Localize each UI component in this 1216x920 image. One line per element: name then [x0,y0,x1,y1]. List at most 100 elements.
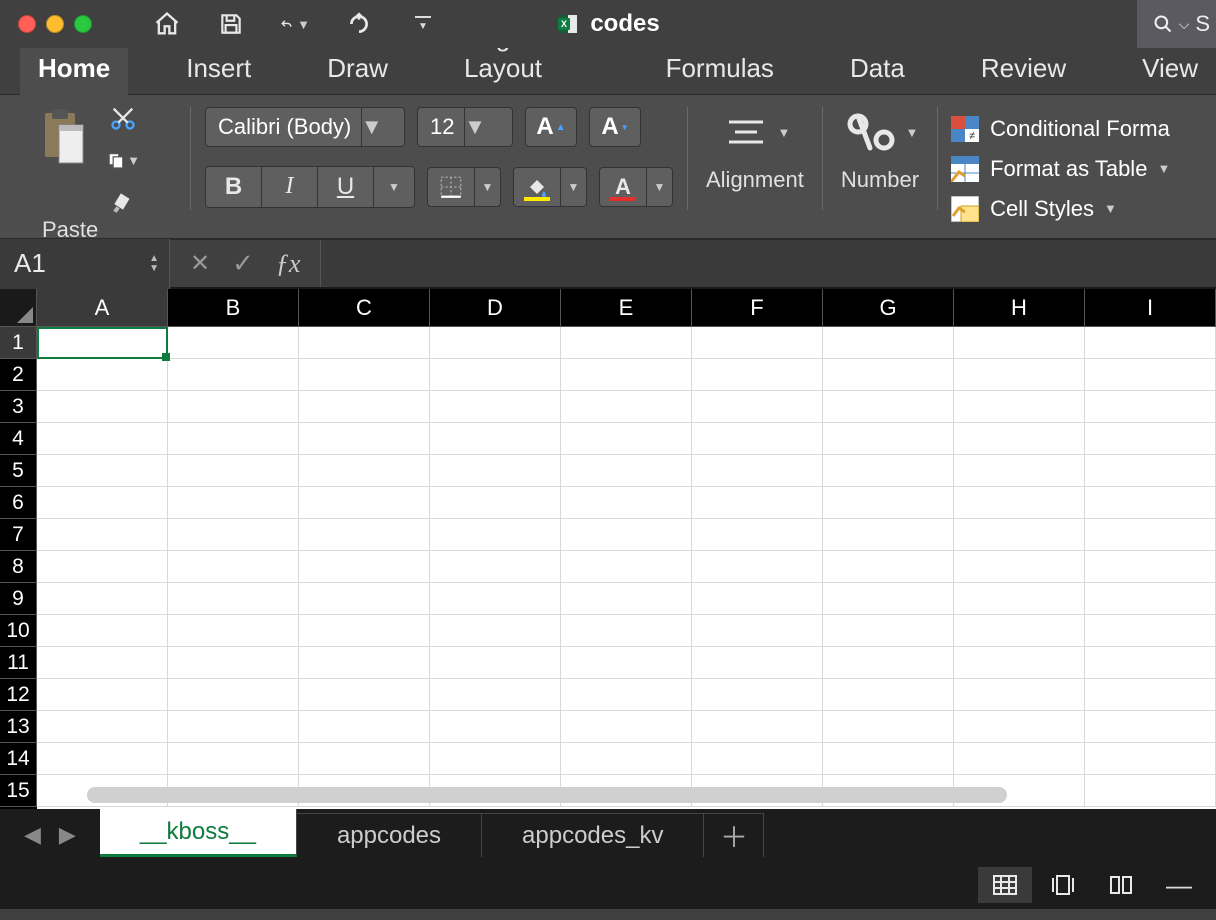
row-header-13[interactable]: 13 [0,711,37,743]
cell[interactable] [823,391,954,423]
cell[interactable] [692,647,823,679]
font-size-combo[interactable]: 12 ▼ [417,107,513,147]
cell[interactable] [430,519,561,551]
cell[interactable] [299,423,430,455]
cell[interactable] [168,583,299,615]
cell[interactable] [692,615,823,647]
cell[interactable] [168,359,299,391]
cell[interactable] [430,583,561,615]
increase-font-button[interactable]: A▲ [525,107,577,147]
cell[interactable] [299,711,430,743]
font-family-combo[interactable]: Calibri (Body) ▼ [205,107,405,147]
copy-icon[interactable]: ▼ [106,145,140,175]
cell[interactable] [823,551,954,583]
tab-formulas[interactable]: Formulas [648,45,792,94]
row-header-15[interactable]: 15 [0,775,37,807]
cell[interactable] [1085,775,1216,807]
cell[interactable] [1085,391,1216,423]
cell[interactable] [1085,647,1216,679]
cell[interactable] [823,583,954,615]
cell[interactable] [561,327,692,359]
sheet-prev-icon[interactable]: ◀ [24,822,41,848]
close-window-button[interactable] [18,15,36,33]
cell[interactable] [299,487,430,519]
tab-review[interactable]: Review [963,45,1084,94]
cell[interactable] [1085,423,1216,455]
col-header-G[interactable]: G [823,289,954,327]
row-header-3[interactable]: 3 [0,391,37,423]
tab-data[interactable]: Data [832,45,923,94]
underline-button[interactable]: U [318,167,374,207]
cell[interactable] [1085,615,1216,647]
cell[interactable] [37,551,168,583]
cell[interactable] [168,327,299,359]
save-icon[interactable] [216,9,246,39]
redo-icon[interactable] [344,9,374,39]
view-page-layout-icon[interactable] [1036,867,1090,903]
cell[interactable] [37,743,168,775]
font-color-button[interactable]: A ▼ [599,167,673,207]
number-format-button[interactable]: ▼ [842,103,919,161]
cell[interactable] [954,327,1085,359]
col-header-B[interactable]: B [168,289,299,327]
cell[interactable] [954,583,1085,615]
row-header-6[interactable]: 6 [0,487,37,519]
format-painter-icon[interactable] [106,187,140,217]
cell[interactable] [1085,743,1216,775]
cell[interactable] [37,711,168,743]
format-as-table-button[interactable]: Format as Table ▼ [950,155,1170,183]
col-header-D[interactable]: D [430,289,561,327]
cell[interactable] [561,359,692,391]
cell[interactable] [954,551,1085,583]
cell[interactable] [561,679,692,711]
cell[interactable] [1085,519,1216,551]
cell[interactable] [823,487,954,519]
cell[interactable] [954,487,1085,519]
cell[interactable] [1085,711,1216,743]
cell[interactable] [1085,455,1216,487]
cell[interactable] [430,391,561,423]
cell[interactable] [823,647,954,679]
row-header-1[interactable]: 1 [0,327,37,359]
cell[interactable] [692,487,823,519]
row-header-7[interactable]: 7 [0,519,37,551]
conditional-formatting-button[interactable]: ≠ Conditional Forma [950,115,1170,143]
chevron-down-icon[interactable]: ▼ [361,108,381,146]
zoom-window-button[interactable] [74,15,92,33]
copy-dropdown-icon[interactable]: ▼ [127,153,140,168]
accept-formula-icon[interactable]: ✓ [232,248,254,279]
cell[interactable] [299,327,430,359]
cell[interactable] [37,423,168,455]
cell[interactable] [299,743,430,775]
cell[interactable] [299,551,430,583]
cell[interactable] [37,583,168,615]
cell[interactable] [823,423,954,455]
border-dropdown-icon[interactable]: ▼ [474,168,500,206]
cell[interactable] [561,487,692,519]
border-button[interactable]: ▼ [427,167,501,207]
cell[interactable] [954,679,1085,711]
cell[interactable] [692,551,823,583]
cell[interactable] [430,359,561,391]
cell[interactable] [37,359,168,391]
cell-area[interactable] [37,327,1216,809]
cell[interactable] [692,359,823,391]
fill-color-button[interactable]: ▼ [513,167,587,207]
cell[interactable] [1085,359,1216,391]
row-header-4[interactable]: 4 [0,423,37,455]
cell[interactable] [561,551,692,583]
font-color-dropdown-icon[interactable]: ▼ [646,168,672,206]
row-header-8[interactable]: 8 [0,551,37,583]
cell[interactable] [168,551,299,583]
cell[interactable] [1085,583,1216,615]
cell[interactable] [561,647,692,679]
cell[interactable] [561,711,692,743]
cell[interactable] [561,455,692,487]
cell[interactable] [692,711,823,743]
cell[interactable] [561,583,692,615]
cell[interactable] [430,423,561,455]
sheet-tab-2[interactable]: appcodes_kv [482,813,704,857]
name-box[interactable]: A1 ▲▼ [0,239,170,289]
undo-dropdown-icon[interactable]: ▼ [297,17,310,32]
cell[interactable] [692,679,823,711]
